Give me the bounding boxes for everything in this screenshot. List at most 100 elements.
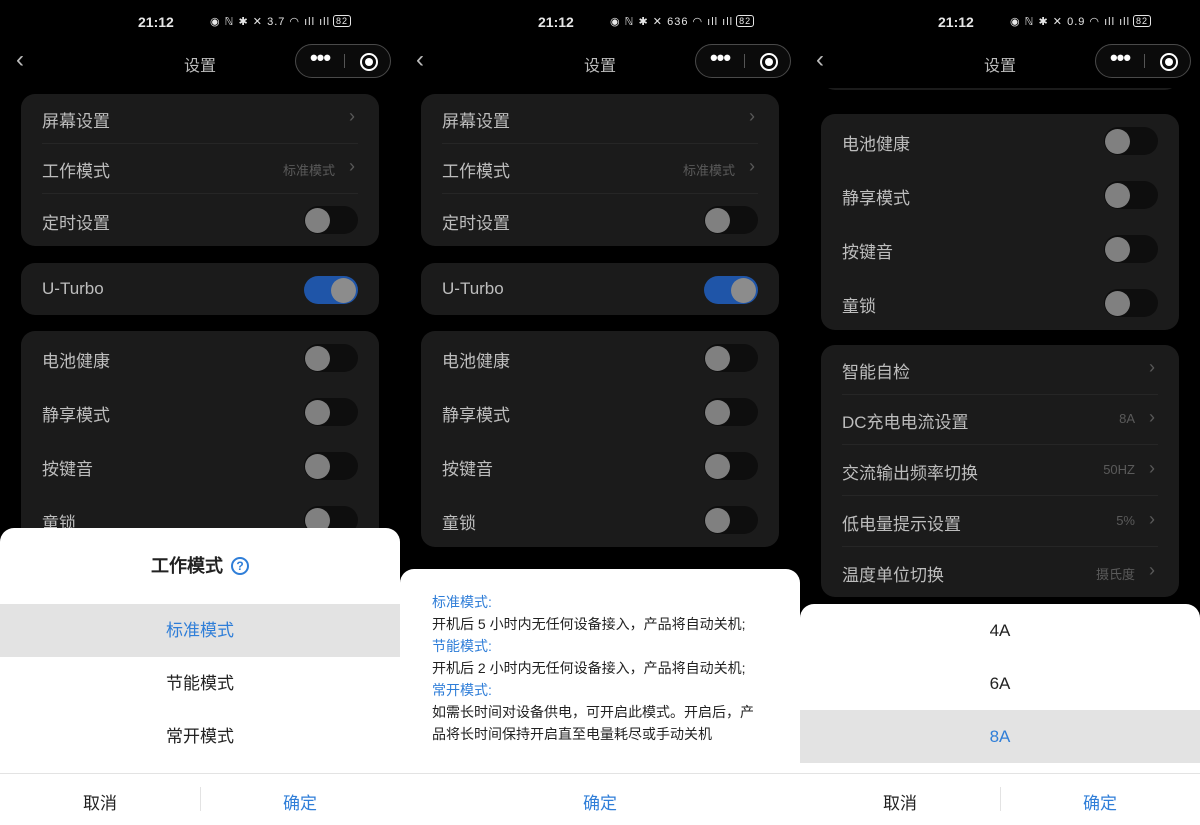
help-icon[interactable]: ? [231,557,249,575]
quiet-mode-toggle[interactable] [704,398,758,426]
option-eco-mode[interactable]: 节能模式 [0,657,400,710]
row-label: 静享模式 [442,406,510,425]
chevron-right-icon: › [349,156,355,176]
confirm-button[interactable]: 确定 [400,789,800,814]
row-work-mode[interactable]: 工作模式 标准模式 › [21,147,379,194]
child-lock-toggle[interactable] [704,506,758,534]
row-ac-frequency[interactable]: 交流输出频率切换 50HZ › [821,449,1179,496]
close-target-icon[interactable] [760,53,778,71]
uturbo-toggle[interactable] [704,276,758,304]
sheet-button-bar: 取消 确定 [800,773,1200,825]
chevron-right-icon: › [1149,407,1155,427]
row-key-sound: 按键音 [821,228,1179,268]
status-time: 21:12 [138,14,174,30]
row-child-lock: 童锁 [821,282,1179,322]
key-sound-toggle[interactable] [304,452,358,480]
row-label: U-Turbo [42,279,104,298]
row-label: 定时设置 [442,214,510,233]
net-speed: 636 [667,16,689,28]
row-key-sound: 按键音 [421,445,779,485]
timer-toggle[interactable] [304,206,358,234]
option-standard-mode[interactable]: 标准模式 [0,604,400,657]
battery-icon: 82 [1133,15,1152,27]
row-quiet-mode: 静享模式 [21,391,379,431]
info-heading-always-on: 常开模式: [432,682,492,698]
row-low-battery[interactable]: 低电量提示设置 5% › [821,500,1179,547]
status-time: 21:12 [938,14,974,30]
row-value: 标准模式 [682,163,735,178]
capsule-divider [744,54,745,68]
cancel-button[interactable]: 取消 [0,789,200,814]
option-4a[interactable]: 4A [800,604,1200,657]
more-icon[interactable]: ••• [696,45,744,77]
row-dc-current[interactable]: DC充电电流设置 8A › [821,398,1179,445]
chevron-right-icon: › [1149,560,1155,580]
info-text-always-on-1: 如需长时间对设备供电，可开启此模式。开启后，产 [432,704,754,720]
close-target-icon[interactable] [360,53,378,71]
net-speed: 0.9 [1067,16,1086,28]
quiet-mode-toggle[interactable] [304,398,358,426]
status-time: 21:12 [538,14,574,30]
settings-card-device: 电池健康 静享模式 按键音 童锁 [21,331,379,551]
key-sound-toggle[interactable] [1104,235,1158,263]
status-icons: ◉ ℕ ✱ ✕ 3.7 ◠ ıll ıll 82 [210,15,352,28]
uturbo-toggle[interactable] [304,276,358,304]
row-label: 电池健康 [442,352,510,371]
quiet-mode-toggle[interactable] [1104,181,1158,209]
timer-toggle[interactable] [704,206,758,234]
row-value: 摄氏度 [1095,567,1135,582]
status-icons: ◉ ℕ ✱ ✕ 636 ◠ ıll ıll 82 [610,15,755,28]
row-label: 智能自检 [842,363,910,382]
battery-health-toggle[interactable] [1104,127,1158,155]
confirm-button[interactable]: 确定 [1000,789,1200,814]
row-label: 静享模式 [42,406,110,425]
row-label: 按键音 [42,460,93,479]
battery-icon: 82 [333,15,352,27]
row-value: 50HZ [1103,462,1135,477]
chevron-right-icon: › [349,106,355,126]
row-label: 工作模式 [442,162,510,181]
confirm-button[interactable]: 确定 [200,789,400,814]
chevron-right-icon: › [1149,458,1155,478]
option-6a[interactable]: 6A [800,657,1200,710]
row-label: 电池健康 [42,352,110,371]
row-label: 交流输出频率切换 [842,464,978,483]
info-text-always-on-2: 品将长时间保持开启直至电量耗尽或手动关机 [432,726,712,742]
row-label: 按键音 [442,460,493,479]
row-label: 定时设置 [42,214,110,233]
close-target-icon[interactable] [1160,53,1178,71]
chevron-right-icon: › [749,106,755,126]
key-sound-toggle[interactable] [704,452,758,480]
status-icons: ◉ ℕ ✱ ✕ 0.9 ◠ ıll ıll 82 [1010,15,1152,28]
row-self-check[interactable]: 智能自检 › [821,348,1179,395]
chevron-right-icon: › [749,156,755,176]
row-work-mode[interactable]: 工作模式 标准模式 › [421,147,779,194]
chevron-right-icon: › [1149,509,1155,529]
info-heading-standard: 标准模式: [432,594,492,610]
row-quiet-mode: 静享模式 [821,174,1179,214]
sheet-title: 工作模式? [0,552,400,578]
more-icon[interactable]: ••• [1096,45,1144,77]
row-screen-settings[interactable]: 屏幕设置 › [421,97,779,144]
option-8a[interactable]: 8A [800,710,1200,763]
child-lock-toggle[interactable] [1104,289,1158,317]
row-value: 8A [1119,411,1135,426]
option-always-on-mode[interactable]: 常开模式 [0,710,400,763]
row-label: 温度单位切换 [842,566,944,585]
row-child-lock: 童锁 [421,499,779,539]
row-uturbo: U-Turbo [21,269,379,309]
settings-card-uturbo: U-Turbo [421,263,779,315]
sheet-button-bar: 取消 确定 [0,773,400,825]
row-value: 5% [1116,513,1135,528]
row-label: 低电量提示设置 [842,515,961,534]
row-temp-unit[interactable]: 温度单位切换 摄氏度 › [821,551,1179,591]
battery-health-toggle[interactable] [304,344,358,372]
net-speed: 3.7 [267,16,286,28]
battery-health-toggle[interactable] [704,344,758,372]
row-label: 屏幕设置 [442,112,510,131]
nav-bar: ‹ 设置 ••• [0,44,400,78]
row-screen-settings[interactable]: 屏幕设置 › [21,97,379,144]
more-icon[interactable]: ••• [296,45,344,77]
settings-card-device: 电池健康 静享模式 按键音 童锁 [421,331,779,547]
cancel-button[interactable]: 取消 [800,789,1000,814]
